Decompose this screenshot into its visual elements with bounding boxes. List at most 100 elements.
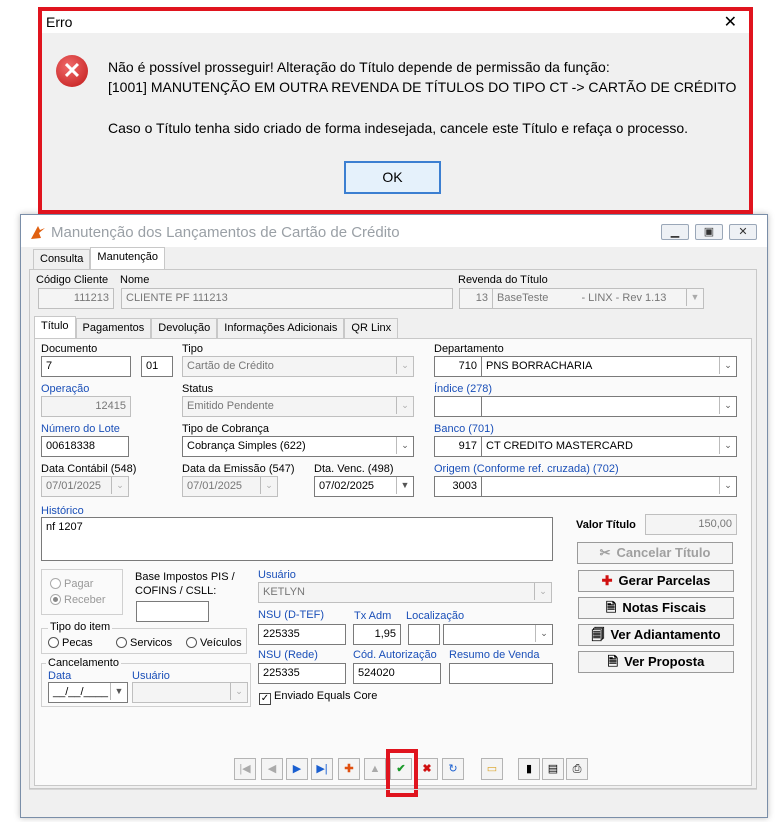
status-select: Emitido Pendente ⌄ (182, 396, 414, 417)
first-record-button[interactable]: |◀ (234, 758, 256, 780)
last-record-button[interactable]: ▶| (311, 758, 333, 780)
cancel-usuario-label: Usuário (132, 670, 170, 682)
servicos-radio[interactable]: Servicos (116, 637, 172, 649)
refresh-button[interactable]: ↻ (442, 758, 464, 780)
nsu-dtef-field[interactable]: 225335 (258, 624, 346, 645)
tab-qr-linx[interactable]: QR Linx (344, 318, 399, 338)
tab-titulo[interactable]: Título (34, 316, 76, 338)
tx-adm-label: Tx Adm (354, 610, 392, 622)
status-label: Status (182, 383, 214, 395)
tab-pagamentos[interactable]: Pagamentos (75, 318, 152, 338)
app-logo-icon (31, 226, 45, 239)
documento-field[interactable]: 7 (41, 356, 131, 377)
cancel-data-label: Data (48, 670, 72, 682)
cancel-usuario-select: ⌄ (132, 682, 248, 703)
minimize-button[interactable]: ▁ (661, 224, 689, 240)
cod-autorizacao-field[interactable]: 524020 (353, 663, 441, 684)
cancel-data-picker[interactable]: __/__/____ ▼ (48, 682, 128, 703)
origem-cod-field[interactable]: 3003 (434, 476, 482, 497)
delete-record-button[interactable]: ▲ (364, 758, 386, 780)
open-folder-button[interactable]: ▭ (481, 758, 503, 780)
notas-fiscais-button[interactable]: 🗎 Notas Fiscais (578, 597, 734, 619)
tab-consulta[interactable]: Consulta (33, 249, 91, 269)
operacao-field: 12415 (41, 396, 131, 417)
origem-select[interactable]: ⌄ (481, 476, 737, 497)
main-window: Manutenção dos Lançamentos de Cartão de … (20, 214, 768, 818)
banco-label[interactable]: Banco (701) (434, 423, 494, 435)
indice-label[interactable]: Índice (278) (434, 383, 492, 395)
cancel-edit-button[interactable]: ✖ (416, 758, 438, 780)
departamento-label: Departamento (434, 343, 504, 355)
chevron-down-icon: ⌄ (719, 437, 736, 454)
tipo-select: Cartão de Crédito ⌄ (182, 356, 414, 377)
ok-button[interactable]: OK (344, 161, 441, 194)
tab-devolucao[interactable]: Devolução (151, 318, 218, 338)
tx-adm-field[interactable]: 1,95 (353, 624, 401, 645)
pecas-radio[interactable]: Pecas (48, 637, 93, 649)
localizacao-select[interactable]: ⌄ (443, 624, 553, 645)
dta-venc-label: Dta. Venc. (498) (314, 463, 394, 475)
documento-seq-field[interactable]: 01 (141, 356, 173, 377)
tipo-label: Tipo (182, 343, 203, 355)
tab-manutencao[interactable]: Manutenção (90, 247, 165, 269)
pagar-receber-group: Pagar Receber (41, 569, 123, 615)
localizacao-label: Localização (406, 610, 465, 622)
close-icon[interactable]: ✕ (724, 12, 737, 32)
nome-label: Nome (120, 274, 150, 286)
indice-cod-field[interactable] (434, 396, 482, 417)
chevron-down-icon: ⌄ (535, 625, 552, 642)
dta-venc-picker[interactable]: 07/02/2025 ▼ (314, 476, 414, 497)
data-contabil-picker: 07/01/2025 ⌄ (41, 476, 129, 497)
codigo-cliente-field: 111213 (38, 288, 114, 309)
tab-informacoes-adicionais[interactable]: Informações Adicionais (217, 318, 345, 338)
operacao-label[interactable]: Operação (41, 383, 89, 395)
nsu-dtef-label: NSU (D-TEF) (258, 609, 324, 621)
chevron-down-icon: ⌄ (719, 357, 736, 374)
report-button[interactable]: ▤ (542, 758, 564, 780)
numero-lote-label[interactable]: Número do Lote (41, 423, 120, 435)
next-record-button[interactable]: ▶ (286, 758, 308, 780)
enviado-equals-checkbox[interactable]: ✓ Enviado Equals Core (259, 690, 377, 705)
cancelar-titulo-button[interactable]: ✂ Cancelar Título (577, 542, 733, 564)
resumo-venda-field[interactable] (449, 663, 553, 684)
cancel-icon: ✂ (599, 545, 611, 560)
error-message-line-3: Caso o Título tenha sido criado de forma… (108, 120, 689, 136)
nsu-rede-label: NSU (Rede) (258, 649, 318, 661)
maximize-button[interactable]: ▣ (695, 224, 723, 240)
veiculos-radio[interactable]: Veículos (186, 637, 242, 649)
banco-cod-field[interactable]: 917 (434, 436, 482, 457)
historico-field[interactable]: nf 1207 (41, 517, 553, 561)
data-emissao-picker: 07/01/2025 ⌄ (182, 476, 278, 497)
tipo-item-group: Tipo do item Pecas Servicos Veículos (41, 621, 247, 654)
print-button[interactable]: ⎙ (566, 758, 588, 780)
chevron-down-icon: ⌄ (534, 583, 551, 600)
usuario-select: KETLYN ⌄ (258, 582, 552, 603)
revenda-label: Revenda do Título (458, 274, 548, 286)
revenda-nome: BaseTeste (497, 292, 549, 304)
ver-proposta-button[interactable]: 🗎 Ver Proposta (578, 651, 734, 673)
receber-radio[interactable]: Receber (50, 594, 106, 606)
chevron-down-icon: ⌄ (260, 477, 277, 494)
document-icon: 🗎 (605, 600, 617, 615)
ver-adiantamento-button[interactable]: 🗐 Ver Adiantamento (578, 624, 734, 646)
indice-select[interactable]: ⌄ (481, 396, 737, 417)
numero-lote-field[interactable]: 00618338 (41, 436, 129, 457)
documento-label: Documento (41, 343, 98, 355)
exit-button[interactable]: ▮ (518, 758, 540, 780)
pagar-radio[interactable]: Pagar (50, 578, 93, 590)
gerar-parcelas-button[interactable]: ✚ Gerar Parcelas (578, 570, 734, 592)
chevron-down-icon: ⌄ (111, 477, 128, 494)
origem-label[interactable]: Origem (Conforme ref. cruzada) (702) (434, 463, 619, 475)
departamento-select[interactable]: PNS BORRACHARIA ⌄ (481, 356, 737, 377)
chevron-down-icon: ⌄ (719, 477, 736, 494)
banco-select[interactable]: CT CREDITO MASTERCARD ⌄ (481, 436, 737, 457)
revenda-select: BaseTeste - LINX - Rev 1.13 ▼ (492, 288, 704, 309)
insert-record-button[interactable]: ✚ (338, 758, 360, 780)
nsu-rede-field[interactable]: 225335 (258, 663, 346, 684)
localizacao-cod-field[interactable] (408, 624, 440, 645)
previous-record-button[interactable]: ◀ (261, 758, 283, 780)
departamento-cod-field[interactable]: 710 (434, 356, 482, 377)
tipo-cobranca-select[interactable]: Cobrança Simples (622) ⌄ (182, 436, 414, 457)
base-impostos-field[interactable] (136, 601, 209, 622)
close-window-button[interactable]: ✕ (729, 224, 757, 240)
